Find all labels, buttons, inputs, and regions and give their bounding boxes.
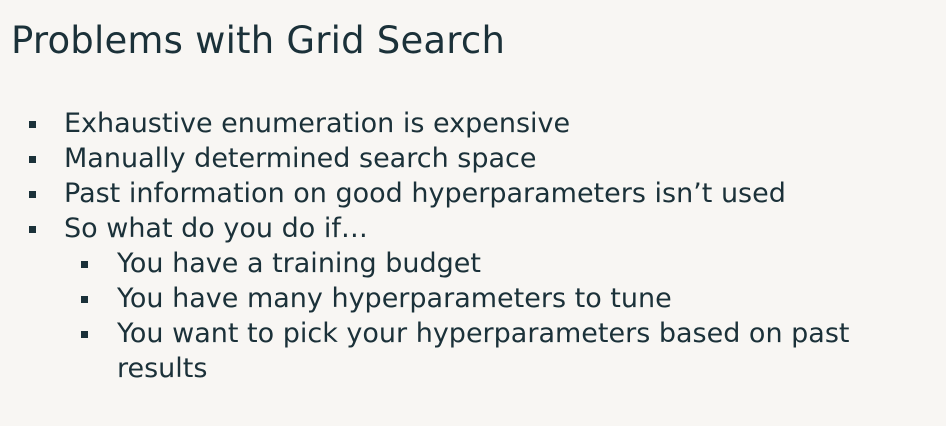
sub-bullet-text: You have a training budget [117, 248, 481, 279]
square-bullet-icon [81, 261, 88, 268]
bullet-list: Exhaustive enumeration is expensive Manu… [0, 106, 946, 386]
bullet-text: So what do you do if… [64, 213, 368, 244]
sub-bullet-item: You want to pick your hyperparameters ba… [0, 316, 946, 351]
slide-title: Problems with Grid Search [11, 19, 506, 62]
bullet-text: Exhaustive enumeration is expensive [64, 108, 571, 139]
square-bullet-icon [81, 331, 88, 338]
sub-bullet-item: You have a training budget [0, 246, 946, 281]
sub-bullet-continuation: results [0, 351, 946, 386]
square-bullet-icon [81, 296, 88, 303]
square-bullet-icon [29, 226, 36, 233]
bullet-item: Manually determined search space [0, 141, 946, 176]
square-bullet-icon [29, 121, 36, 128]
sub-bullet-text-continuation: results [117, 353, 208, 384]
square-bullet-icon [29, 191, 36, 198]
bullet-item: So what do you do if… [0, 211, 946, 246]
bullet-item: Exhaustive enumeration is expensive [0, 106, 946, 141]
sub-bullet-item: You have many hyperparameters to tune [0, 281, 946, 316]
bullet-text: Manually determined search space [64, 143, 537, 174]
sub-bullet-text: You have many hyperparameters to tune [117, 283, 672, 314]
slide: Problems with Grid Search Exhaustive enu… [0, 0, 946, 426]
sub-bullet-text: You want to pick your hyperparameters ba… [117, 318, 850, 349]
bullet-item: Past information on good hyperparameters… [0, 176, 946, 211]
bullet-text: Past information on good hyperparameters… [64, 178, 786, 209]
square-bullet-icon [29, 156, 36, 163]
